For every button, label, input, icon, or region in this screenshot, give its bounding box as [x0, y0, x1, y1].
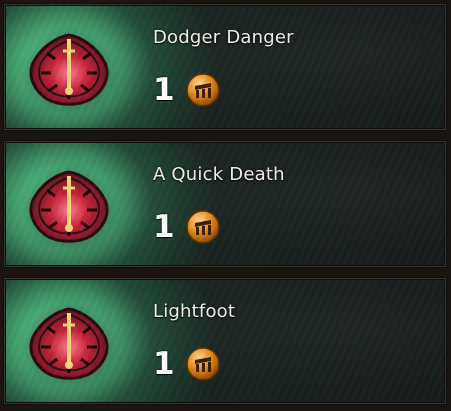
reward-count: 1 — [153, 208, 175, 245]
achievement-point-coin-icon — [185, 210, 220, 244]
shielded-dagger-emblem-icon — [29, 307, 109, 380]
achievement-reward: 1 — [153, 345, 221, 383]
achievement-title: A Quick Death — [153, 164, 285, 185]
achievement-point-coin-icon — [185, 73, 220, 107]
achievement-card-a-quick-death[interactable]: A Quick Death 1 — [4, 141, 446, 267]
shielded-dagger-emblem-icon — [29, 170, 109, 243]
achievement-title: Dodger Danger — [153, 27, 294, 48]
achievement-title: Lightfoot — [153, 301, 236, 322]
achievement-card-dodger-danger[interactable]: Dodger Danger 1 — [4, 4, 446, 130]
shielded-dagger-emblem-icon — [29, 33, 109, 106]
achievement-reward: 1 — [153, 208, 221, 246]
achievement-point-coin-icon — [185, 347, 220, 381]
reward-count: 1 — [153, 345, 175, 382]
achievement-reward: 1 — [153, 71, 221, 109]
achievement-card-lightfoot[interactable]: Lightfoot 1 — [4, 278, 446, 404]
achievement-list: Dodger Danger 1 A Quick Death 1 Lightfoo… — [0, 0, 451, 411]
reward-count: 1 — [153, 71, 175, 108]
